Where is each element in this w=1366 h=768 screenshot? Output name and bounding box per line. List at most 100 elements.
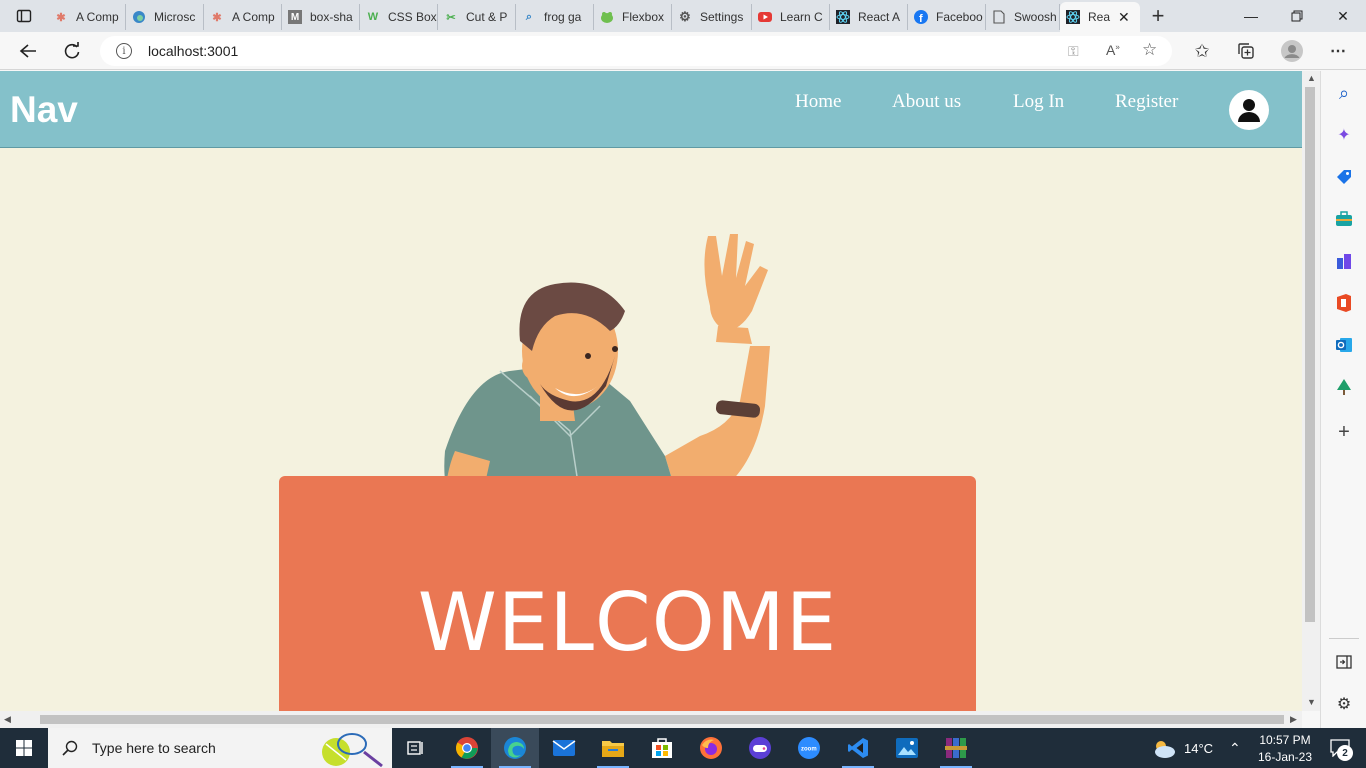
- tab-swoosh[interactable]: Swoosh: [986, 4, 1060, 30]
- clock[interactable]: 10:57 PM 16-Jan-23: [1250, 728, 1320, 768]
- close-tab-icon[interactable]: ✕: [1118, 9, 1130, 26]
- brand-logo[interactable]: Nav: [10, 89, 78, 131]
- horizontal-scroll-thumb[interactable]: [40, 715, 1284, 724]
- sidebar-shopping-icon[interactable]: [1333, 166, 1355, 188]
- weather-widget[interactable]: 14°C: [1150, 728, 1213, 768]
- tab-facebook[interactable]: f Faceboo: [908, 4, 986, 30]
- react-icon: [836, 10, 850, 24]
- add-favorite-icon[interactable]: ☆: [1142, 40, 1157, 60]
- scroll-right-icon[interactable]: ▶: [1290, 714, 1297, 725]
- nav-link-home[interactable]: Home: [795, 91, 841, 113]
- nav-link-register[interactable]: Register: [1115, 91, 1178, 113]
- game-icon: [749, 737, 771, 759]
- horizontal-scrollbar[interactable]: ◀ ▶: [0, 711, 1302, 728]
- tab-box-shadow[interactable]: Mbox-sha: [282, 4, 360, 30]
- chrome-icon: [456, 737, 478, 759]
- site-navbar: Nav Home About us Log In Register: [0, 71, 1302, 148]
- partly-cloudy-icon: [1155, 741, 1175, 758]
- key-icon[interactable]: ⚿: [1068, 43, 1079, 60]
- profile-icon: [1281, 40, 1303, 62]
- tab-frog-game[interactable]: ⌕ frog ga: [516, 4, 594, 30]
- tab-react-a[interactable]: React A: [830, 4, 908, 30]
- tab-a-comp-2[interactable]: ✱ A Comp: [204, 4, 282, 30]
- asterisk-icon: ✱: [212, 11, 222, 24]
- taskbar-file-explorer[interactable]: [589, 728, 637, 768]
- url-text[interactable]: localhost:3001: [148, 43, 238, 59]
- taskbar-zoom[interactable]: zoom: [785, 728, 833, 768]
- vertical-scroll-thumb[interactable]: [1305, 87, 1315, 622]
- new-tab-button[interactable]: +: [1140, 0, 1176, 32]
- tennis-racket-icon: [322, 733, 383, 768]
- nav-link-log-in[interactable]: Log In: [1013, 91, 1064, 113]
- tab-react-active[interactable]: Rea ✕: [1060, 2, 1140, 32]
- vertical-scrollbar[interactable]: ▲ ▼: [1302, 71, 1320, 711]
- tab-cut-paste[interactable]: ✂ Cut & P: [438, 4, 516, 30]
- profile-button[interactable]: [1276, 36, 1308, 66]
- site-info-icon[interactable]: i: [116, 43, 132, 59]
- taskbar-edge[interactable]: [491, 728, 539, 768]
- tab-settings[interactable]: ⚙ Settings: [672, 4, 752, 30]
- taskbar-photos[interactable]: [883, 728, 931, 768]
- tab-microsoft[interactable]: Microsc: [126, 4, 204, 30]
- back-button[interactable]: [12, 36, 44, 66]
- back-arrow-icon: [19, 44, 36, 58]
- cut-paste-icon: ✂: [446, 11, 456, 24]
- settings-more-button[interactable]: ⋯: [1322, 36, 1354, 66]
- photos-icon: [896, 738, 918, 758]
- start-button[interactable]: [0, 728, 48, 768]
- chevron-up-icon: ⌃: [1229, 739, 1241, 756]
- taskbar-vscode[interactable]: [834, 728, 882, 768]
- task-view-icon: [407, 741, 423, 755]
- taskbar-game[interactable]: [736, 728, 784, 768]
- taskbar-winrar[interactable]: [932, 728, 980, 768]
- sidebar-tree-icon[interactable]: [1333, 376, 1355, 398]
- sidebar-games-icon[interactable]: [1333, 250, 1355, 272]
- close-window-button[interactable]: ✕: [1320, 0, 1366, 32]
- taskbar-store[interactable]: [638, 728, 686, 768]
- facebook-icon: f: [914, 10, 928, 24]
- sidebar-tools-icon[interactable]: [1333, 208, 1355, 230]
- tab-css-box[interactable]: W CSS Box: [360, 4, 438, 30]
- scroll-down-icon[interactable]: ▼: [1307, 697, 1316, 707]
- search-icon: [62, 740, 78, 756]
- sidebar-office-icon[interactable]: [1333, 292, 1355, 314]
- taskbar-search-box[interactable]: Type here to search: [48, 728, 392, 768]
- search-placeholder: Type here to search: [92, 740, 216, 756]
- clock-date: 16-Jan-23: [1257, 749, 1313, 764]
- taskbar-chrome[interactable]: [443, 728, 491, 768]
- collections-icon: [1238, 43, 1254, 59]
- tab-learn-c[interactable]: Learn C: [752, 4, 830, 30]
- read-aloud-icon[interactable]: A»: [1106, 42, 1120, 58]
- sidebar-settings-icon[interactable]: ⚙: [1333, 693, 1355, 715]
- user-icon: [1238, 99, 1260, 122]
- taskbar-firefox[interactable]: [687, 728, 735, 768]
- frog-icon: [600, 10, 614, 24]
- address-bar[interactable]: i localhost:3001 ⚿ A» ☆: [100, 36, 1172, 66]
- refresh-button[interactable]: [56, 36, 88, 66]
- clock-time: 10:57 PM: [1259, 732, 1311, 747]
- tab-flexbox[interactable]: Flexbox: [594, 4, 672, 30]
- scroll-up-icon[interactable]: ▲: [1307, 73, 1316, 83]
- taskbar-mail[interactable]: [540, 728, 588, 768]
- sidebar-hide-icon[interactable]: [1333, 651, 1355, 673]
- sidebar-outlook-icon[interactable]: [1333, 334, 1355, 356]
- tab-actions-button[interactable]: [0, 0, 48, 32]
- sidebar-discover-icon[interactable]: ✦: [1333, 124, 1355, 146]
- task-view-button[interactable]: [392, 728, 440, 768]
- scroll-left-icon[interactable]: ◀: [4, 714, 11, 725]
- collections-button[interactable]: [1230, 36, 1262, 66]
- show-hidden-icons-button[interactable]: ⌃: [1229, 728, 1241, 768]
- firefox-icon: [700, 737, 722, 759]
- favorites-button[interactable]: ✩: [1186, 36, 1218, 66]
- restore-button[interactable]: [1274, 0, 1320, 32]
- search-icon: ⌕: [525, 10, 533, 23]
- notification-center-button[interactable]: 2: [1322, 728, 1358, 768]
- sidebar-search-icon[interactable]: ⌕: [1333, 82, 1355, 104]
- page-viewport: Nav Home About us Log In Register WELCOM…: [0, 71, 1302, 711]
- user-avatar[interactable]: [1229, 90, 1269, 130]
- nav-link-about-us[interactable]: About us: [892, 91, 961, 113]
- minimize-button[interactable]: —: [1228, 0, 1274, 32]
- tab-a-comp-1[interactable]: ✱ A Comp: [48, 4, 126, 30]
- sidebar-add-icon[interactable]: +: [1333, 421, 1355, 443]
- favorites-icon: ✩: [1194, 40, 1210, 61]
